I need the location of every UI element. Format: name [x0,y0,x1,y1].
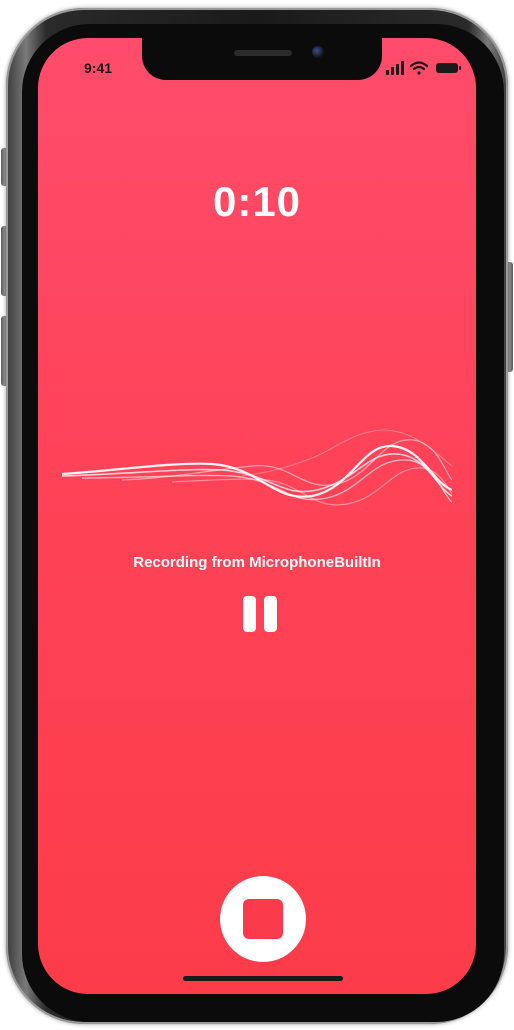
waveform-line-4 [121,439,452,486]
stop-button[interactable] [220,876,306,962]
status-bar-icons [386,61,461,75]
pause-icon [243,596,256,632]
stop-icon [243,899,283,939]
home-indicator[interactable] [183,976,343,981]
recorder-screen: 9:41 0:10 Recording from MicrophoneBuilt… [38,38,476,994]
elapsed-timer: 0:10 [212,178,302,225]
recording-source-label: Recording from MicrophoneBuiltIn [133,554,381,571]
signal-icon [386,61,404,75]
speaker-grille [234,50,292,56]
audio-waveform [62,429,452,506]
wifi-icon [409,61,429,75]
waveform-line-2 [62,453,452,497]
pause-button[interactable] [240,596,280,636]
battery-icon [436,63,461,73]
app-mockup: 9:41 0:10 Recording from MicrophoneBuilt… [0,0,514,1030]
waveform-line-6 [241,429,452,477]
front-camera [312,46,324,58]
pause-icon [264,596,277,632]
phone-notch [142,38,382,80]
status-bar-time: 9:41 [84,60,113,76]
